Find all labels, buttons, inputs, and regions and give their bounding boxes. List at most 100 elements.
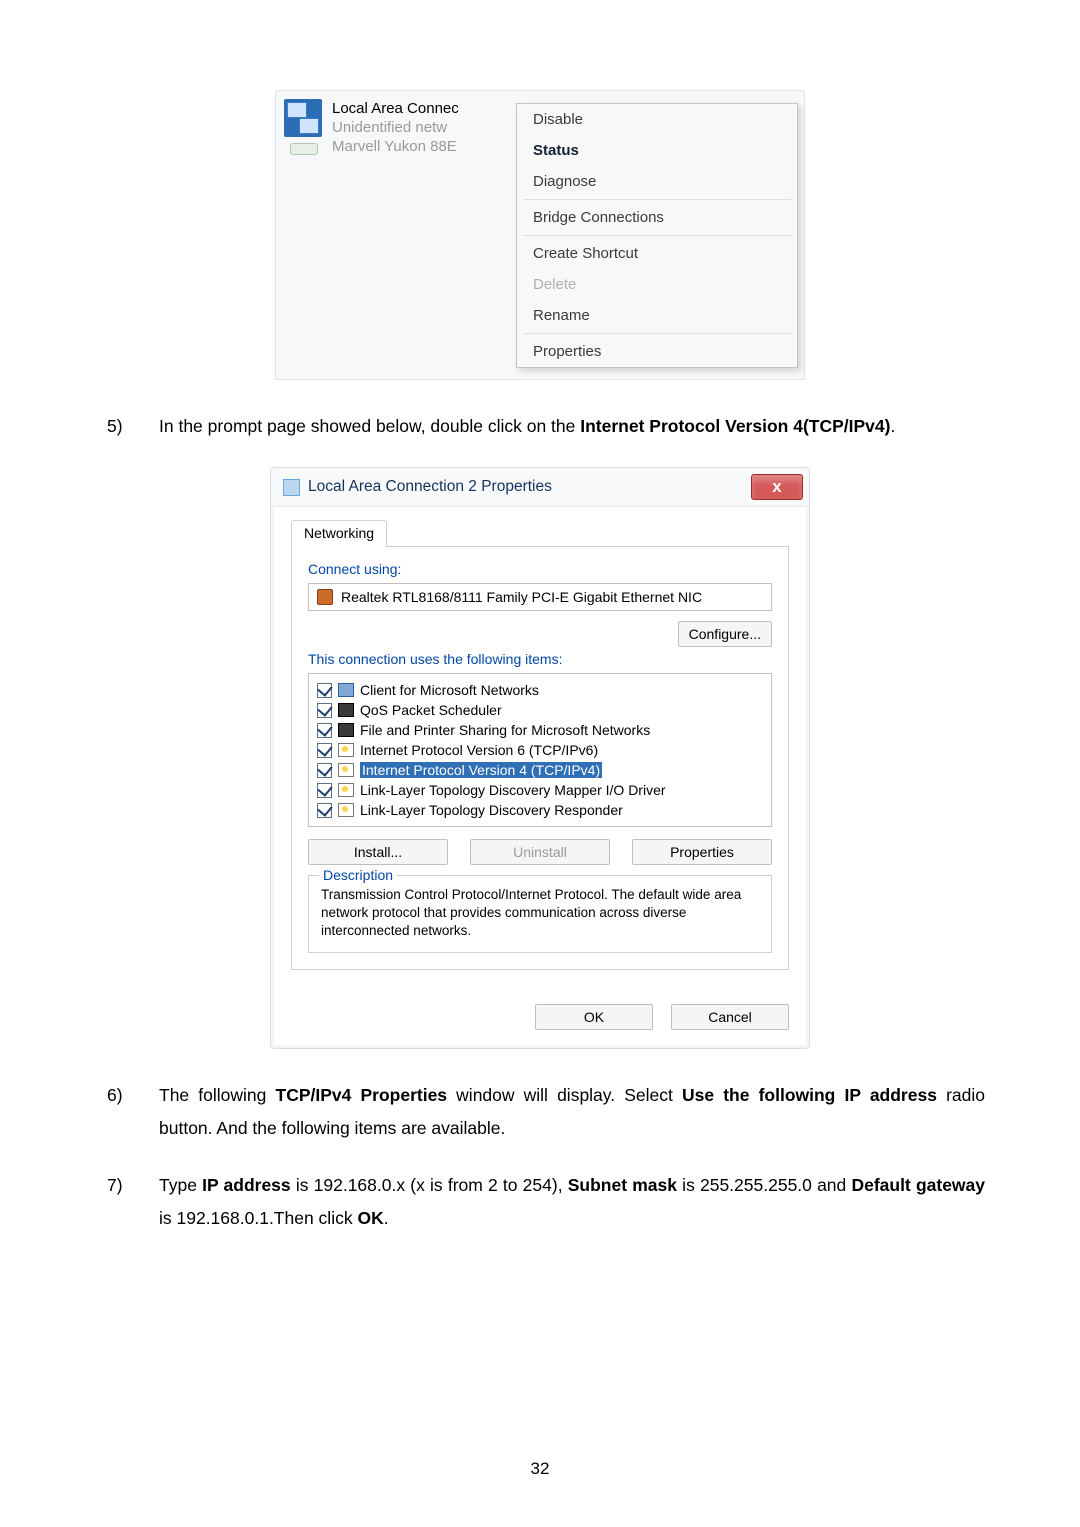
step-text: In the prompt page showed below, double … [159,410,985,443]
item-button-row: Install... Uninstall Properties [308,839,772,865]
close-icon: x [772,477,781,497]
text: window will display. Select [447,1085,682,1105]
menu-separator [523,199,791,200]
menu-separator [523,235,791,236]
menu-properties[interactable]: Properties [517,336,797,367]
checkbox-icon[interactable] [317,783,332,798]
properties-button[interactable]: Properties [632,839,772,865]
step-number: 5) [95,410,159,443]
item-label: Internet Protocol Version 4 (TCP/IPv4) [360,762,602,778]
instruction-step-7: 7) Type IP address is 192.168.0.x (x is … [95,1169,985,1235]
page-number: 32 [0,1459,1080,1479]
text: is 255.255.255.0 and [677,1175,851,1195]
step-number: 6) [95,1079,159,1145]
text: is 192.168.0.x (x is from 2 to 254), [291,1175,568,1195]
checkbox-icon[interactable] [317,803,332,818]
connection-properties-dialog: Local Area Connection 2 Properties x Net… [270,467,810,1049]
menu-rename[interactable]: Rename [517,300,797,331]
list-item[interactable]: Link-Layer Topology Discovery Mapper I/O… [315,780,765,800]
item-label: Link-Layer Topology Discovery Mapper I/O… [360,782,666,798]
item-label: QoS Packet Scheduler [360,702,502,718]
connection-adapter: Marvell Yukon 88E [332,137,459,156]
close-button[interactable]: x [751,474,803,500]
list-item[interactable]: Link-Layer Topology Discovery Responder [315,800,765,820]
items-listbox[interactable]: Client for Microsoft Networks QoS Packet… [308,673,772,827]
client-icon [338,683,354,697]
bold-text: Default gateway [851,1175,985,1195]
menu-shortcut[interactable]: Create Shortcut [517,238,797,269]
item-label: File and Printer Sharing for Microsoft N… [360,722,650,738]
dialog-icon [283,479,300,496]
menu-disable[interactable]: Disable [517,104,797,135]
tab-pane: Connect using: Realtek RTL8168/8111 Fami… [291,546,789,970]
cable-icon [290,143,318,155]
connection-labels: Local Area Connec Unidentified netw Marv… [332,99,459,156]
text: . [384,1208,389,1228]
install-button[interactable]: Install... [308,839,448,865]
list-item[interactable]: QoS Packet Scheduler [315,700,765,720]
protocol-icon [338,783,354,797]
bold-text: OK [357,1208,383,1228]
checkbox-icon[interactable] [317,703,332,718]
menu-diagnose[interactable]: Diagnose [517,166,797,197]
checkbox-icon[interactable] [317,723,332,738]
figure-properties-dialog: Local Area Connection 2 Properties x Net… [95,467,985,1049]
configure-button[interactable]: Configure... [678,621,772,647]
document-page: Local Area Connec Unidentified netw Marv… [0,0,1080,1527]
connection-status: Unidentified netw [332,118,459,137]
connect-using-label: Connect using: [308,561,772,577]
instruction-list: 6) The following TCP/IPv4 Properties win… [95,1079,985,1235]
bold-text: IP address [202,1175,291,1195]
menu-status[interactable]: Status [517,135,797,166]
step-text: The following TCP/IPv4 Properties window… [159,1079,985,1145]
description-group: Description Transmission Control Protoco… [308,875,772,953]
text: is 192.168.0.1.Then click [159,1208,357,1228]
checkbox-icon[interactable] [317,683,332,698]
ok-button[interactable]: OK [535,1004,653,1030]
connection-title: Local Area Connec [332,99,459,118]
protocol-icon [338,743,354,757]
tab-networking[interactable]: Networking [291,520,387,547]
instruction-step-5: 5) In the prompt page showed below, doub… [95,410,985,443]
dialog-title: Local Area Connection 2 Properties [308,478,552,496]
step-text: Type IP address is 192.168.0.x (x is fro… [159,1169,985,1235]
text: Type [159,1175,202,1195]
context-menu: Disable Status Diagnose Bridge Connectio… [516,103,798,368]
item-label: Internet Protocol Version 6 (TCP/IPv6) [360,742,598,758]
item-label: Link-Layer Topology Discovery Responder [360,802,623,818]
dialog-body: Networking Connect using: Realtek RTL816… [271,507,809,988]
network-connections-window: Local Area Connec Unidentified netw Marv… [275,90,805,380]
menu-delete: Delete [517,269,797,300]
text: . [890,416,895,436]
list-item-selected[interactable]: Internet Protocol Version 4 (TCP/IPv4) [315,760,765,780]
menu-bridge[interactable]: Bridge Connections [517,202,797,233]
item-label: Client for Microsoft Networks [360,682,539,698]
network-adapter-icon [284,99,322,137]
items-label: This connection uses the following items… [308,651,772,667]
menu-separator [523,333,791,334]
service-icon [338,703,354,717]
adapter-name: Realtek RTL8168/8111 Family PCI-E Gigabi… [341,589,702,605]
bold-text: Subnet mask [568,1175,677,1195]
bold-text: Use the following IP address [682,1085,937,1105]
list-item[interactable]: File and Printer Sharing for Microsoft N… [315,720,765,740]
description-title: Description [319,867,397,883]
step-number: 7) [95,1169,159,1235]
text: The following [159,1085,276,1105]
text: In the prompt page showed below, double … [159,416,580,436]
list-item[interactable]: Client for Microsoft Networks [315,680,765,700]
nic-icon [317,589,333,605]
list-item[interactable]: Internet Protocol Version 6 (TCP/IPv6) [315,740,765,760]
checkbox-icon[interactable] [317,743,332,758]
dialog-footer: OK Cancel [271,988,809,1048]
service-icon [338,723,354,737]
cancel-button[interactable]: Cancel [671,1004,789,1030]
protocol-icon [338,763,354,777]
uninstall-button: Uninstall [470,839,610,865]
bold-text: Internet Protocol Version 4(TCP/IPv4) [580,416,890,436]
dialog-titlebar: Local Area Connection 2 Properties x [271,468,809,507]
figure-context-menu: Local Area Connec Unidentified netw Marv… [95,90,985,380]
checkbox-icon[interactable] [317,763,332,778]
description-text: Transmission Control Protocol/Internet P… [321,886,759,940]
bold-text: TCP/IPv4 Properties [276,1085,448,1105]
